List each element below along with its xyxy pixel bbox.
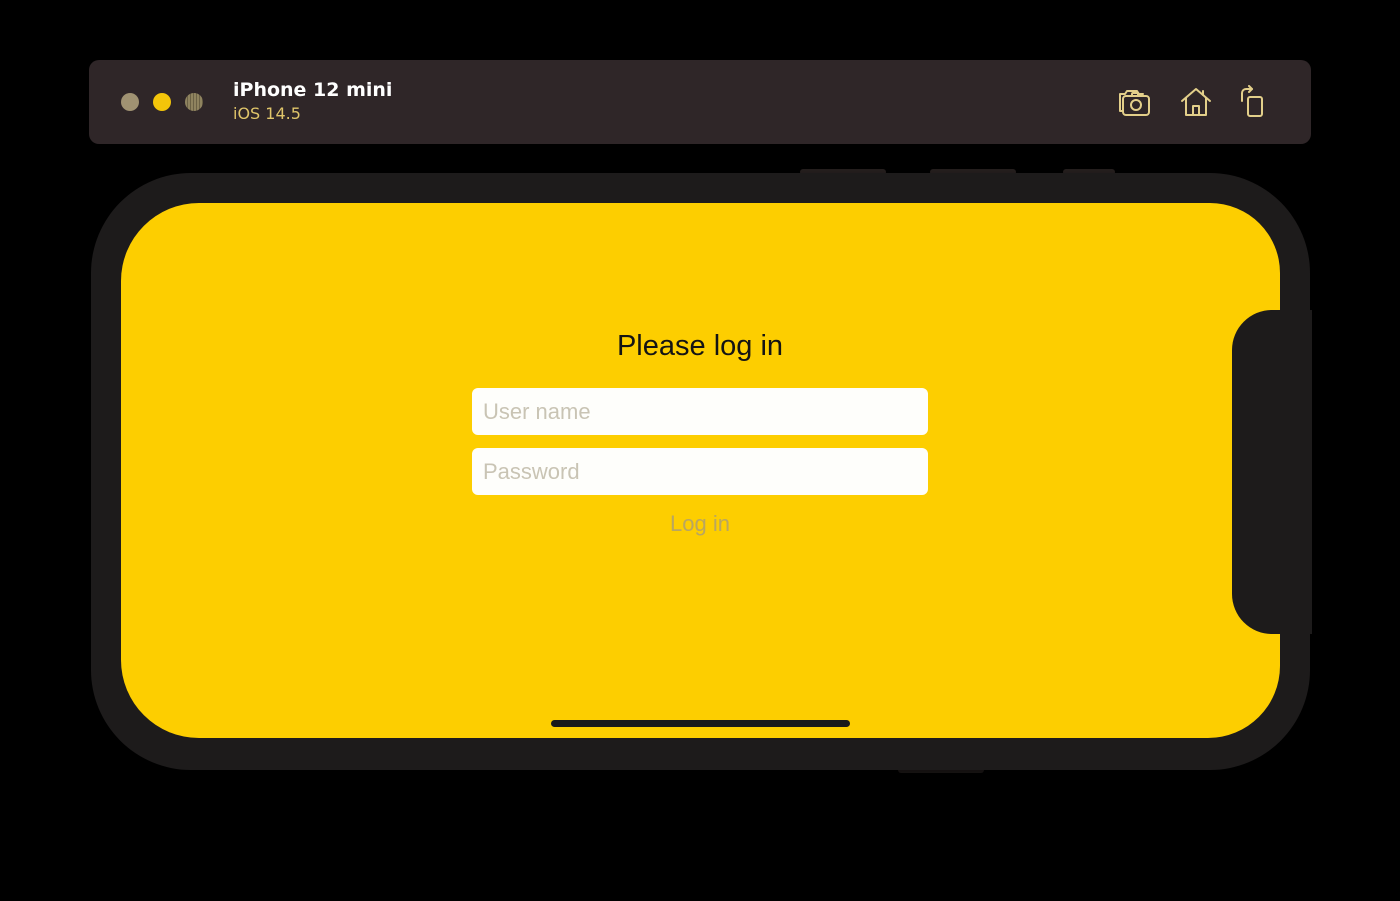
simulator-window: iPhone 12 mini iOS 14.5 Please log in Us… [0, 0, 1400, 901]
home-indicator[interactable] [551, 720, 850, 727]
password-field[interactable] [472, 448, 928, 495]
zoom-window-button[interactable] [185, 93, 203, 111]
device-name: iPhone 12 mini [233, 79, 393, 101]
os-version: iOS 14.5 [233, 104, 301, 123]
close-window-button[interactable] [121, 93, 139, 111]
notch [1232, 310, 1312, 634]
username-field[interactable] [472, 388, 928, 435]
login-button[interactable]: Log in [600, 507, 800, 541]
login-title: Please log in [616, 330, 784, 362]
home-icon[interactable] [1178, 85, 1214, 119]
camera-screenshot-icon[interactable] [1116, 85, 1152, 119]
minimize-window-button[interactable] [153, 93, 171, 111]
rotate-icon[interactable] [1236, 85, 1272, 119]
